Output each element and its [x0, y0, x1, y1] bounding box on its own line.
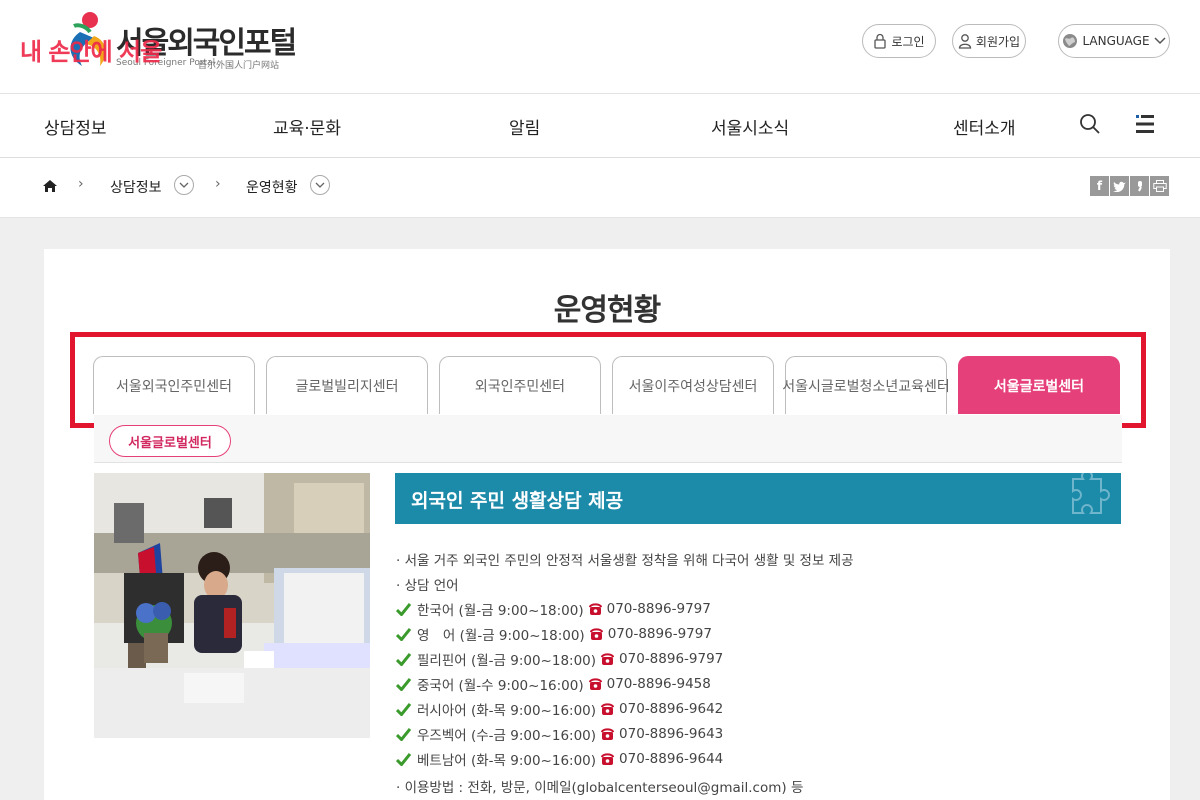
- phone-icon: [601, 728, 615, 740]
- list-item: 우즈벡어 (수-금 9:00~16:00) 070-8896-9643: [396, 724, 723, 744]
- home-icon[interactable]: [42, 178, 58, 194]
- chevron-down-icon: [179, 182, 189, 188]
- phone-icon: [588, 678, 602, 690]
- tabs-highlight-box: [70, 332, 1146, 428]
- login-label: 로그인: [891, 34, 925, 49]
- checkmark-icon: [396, 703, 411, 716]
- language-hours: 중국어 (월-수 9:00~16:00): [417, 678, 584, 694]
- language-hours: 한국어 (월-금 9:00~18:00): [417, 603, 584, 619]
- checkmark-icon: [396, 753, 411, 766]
- breadcrumb: › 상담정보 › 운영현황 f: [0, 158, 1200, 218]
- logo-overlay-text: 내 손안에 서울: [20, 38, 162, 66]
- chevron-down-icon: [1154, 37, 1166, 45]
- chevron-right-icon: ›: [78, 176, 84, 192]
- list-item: 베트남어 (화-목 9:00~16:00) 070-8896-9644: [396, 749, 723, 769]
- language-hours: 영 어 (월-금 9:00~18:00): [417, 628, 585, 644]
- phone-number: 070-8896-9644: [619, 751, 724, 767]
- lock-icon: [874, 33, 887, 49]
- list-item: 필리핀어 (월-금 9:00~18:00) 070-8896-9797: [396, 649, 723, 669]
- nav-item-notice[interactable]: 알림: [509, 114, 540, 139]
- phone-icon: [588, 603, 602, 615]
- checkmark-icon: [396, 603, 411, 616]
- checkmark-icon: [396, 728, 411, 741]
- search-icon[interactable]: [1078, 112, 1102, 136]
- subtab-bar: 서울글로벌센터: [94, 415, 1122, 463]
- subtab-seoul-global-center[interactable]: 서울글로벌센터: [109, 425, 231, 457]
- banner-title: 외국인 주민 생활상담 제공: [411, 490, 624, 512]
- phone-number: 070-8896-9797: [606, 601, 711, 617]
- language-hours: 우즈벡어 (수-금 9:00~16:00): [417, 728, 597, 744]
- list-item: 한국어 (월-금 9:00~18:00) 070-8896-9797: [396, 599, 711, 619]
- phone-icon: [601, 753, 615, 765]
- breadcrumb-level1-dropdown[interactable]: [174, 175, 194, 195]
- facebook-icon[interactable]: f: [1090, 176, 1109, 196]
- language-label: LANGUAGE: [1082, 34, 1150, 48]
- chevron-right-icon: ›: [215, 176, 221, 192]
- office-photo: [94, 473, 370, 738]
- breadcrumb-level2-dropdown[interactable]: [310, 175, 330, 195]
- puzzle-icon: [1072, 473, 1110, 514]
- language-hours: 필리핀어 (월-금 9:00~18:00): [417, 653, 597, 669]
- logo-subtitle-cn: 首尔外国人门户网站: [198, 61, 280, 71]
- phone-icon: [589, 628, 603, 640]
- user-icon: [958, 34, 972, 49]
- site-header: 서울외국인포털 Seoul Foreigner Portal 首尔外国人门户网站…: [0, 0, 1200, 94]
- print-icon[interactable]: [1150, 176, 1169, 196]
- list-item: 중국어 (월-수 9:00~16:00) 070-8896-9458: [396, 674, 711, 694]
- list-item: 러시아어 (화-목 9:00~16:00) 070-8896-9642: [396, 699, 723, 719]
- intro-text: · 서울 거주 외국인 주민의 안정적 서울생활 정착을 위해 다국어 생활 및…: [396, 553, 854, 569]
- phone-number: 070-8896-9643: [619, 726, 724, 742]
- phone-number: 070-8896-9458: [606, 676, 711, 692]
- main-navigation: 상담정보 교육·문화 알림 서울시소식 센터소개: [0, 94, 1200, 158]
- globe-icon: [1063, 34, 1078, 48]
- nav-item-center-intro[interactable]: 센터소개: [953, 114, 1016, 139]
- site-logo[interactable]: 서울외국인포털 Seoul Foreigner Portal 首尔外国人门户网站…: [20, 4, 297, 84]
- twitter-icon[interactable]: [1110, 176, 1129, 196]
- checkmark-icon: [396, 653, 411, 666]
- phone-icon: [601, 703, 615, 715]
- usage-text: · 이용방법 : 전화, 방문, 이메일(globalcenterseoul@g…: [396, 780, 804, 796]
- languages-heading: · 상담 언어: [396, 578, 459, 594]
- page-title: 운영현황: [553, 293, 661, 328]
- blog-icon[interactable]: [1130, 176, 1149, 196]
- signup-label: 회원가입: [975, 34, 1021, 49]
- nav-item-counseling[interactable]: 상담정보: [44, 114, 107, 139]
- breadcrumb-level2[interactable]: 운영현황: [246, 177, 298, 197]
- phone-number: 070-8896-9642: [619, 701, 724, 717]
- language-selector[interactable]: LANGUAGE: [1058, 24, 1170, 58]
- signup-button[interactable]: 회원가입: [952, 24, 1026, 58]
- phone-number: 070-8896-9797: [607, 626, 712, 642]
- service-banner: 외국인 주민 생활상담 제공: [395, 473, 1121, 524]
- nav-item-education-culture[interactable]: 교육·문화: [273, 114, 341, 139]
- breadcrumb-level1[interactable]: 상담정보: [110, 177, 162, 197]
- language-hours: 베트남어 (화-목 9:00~16:00): [417, 753, 597, 769]
- chevron-down-icon: [315, 182, 325, 188]
- content-card: 운영현황 서울외국인주민센터 글로벌빌리지센터 외국인주민센터 서울이주여성상담…: [44, 249, 1170, 800]
- phone-number: 070-8896-9797: [619, 651, 724, 667]
- phone-icon: [601, 653, 615, 665]
- login-button[interactable]: 로그인: [862, 24, 936, 58]
- menu-icon[interactable]: [1134, 113, 1156, 135]
- nav-item-seoul-news[interactable]: 서울시소식: [711, 114, 789, 139]
- checkmark-icon: [396, 678, 411, 691]
- list-item: 영 어 (월-금 9:00~18:00) 070-8896-9797: [396, 624, 712, 644]
- checkmark-icon: [396, 628, 411, 641]
- language-hours: 러시아어 (화-목 9:00~16:00): [417, 703, 597, 719]
